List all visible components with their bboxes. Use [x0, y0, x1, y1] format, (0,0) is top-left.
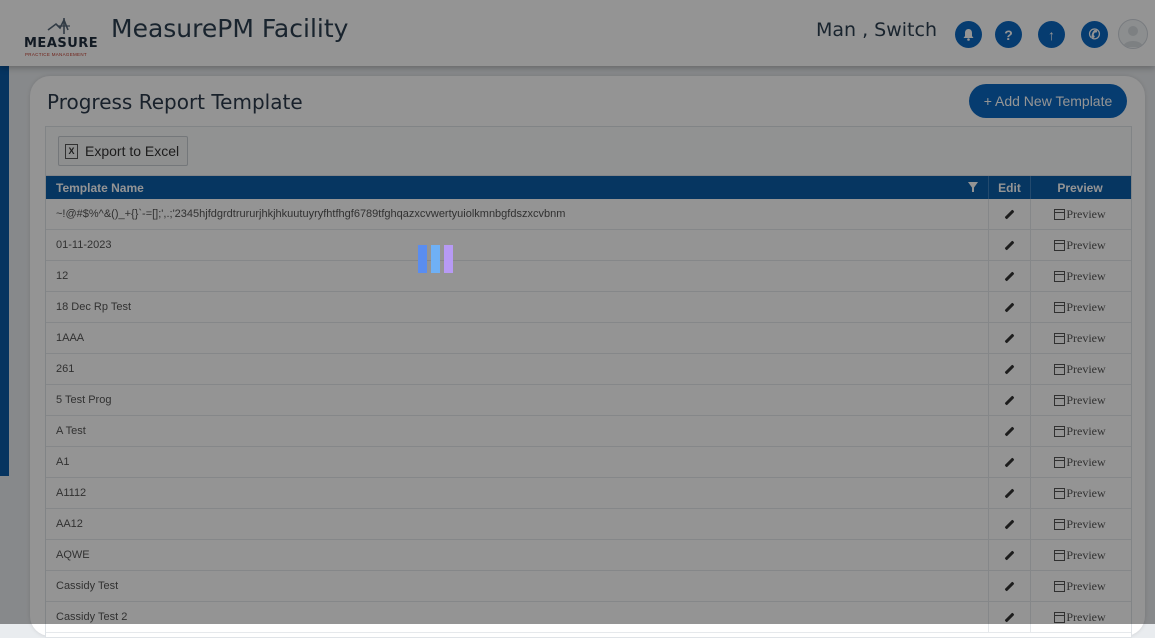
loader-bar: [431, 245, 440, 273]
app-page: MEASURE PRACTICE MANAGEMENT MeasurePM Fa…: [0, 0, 1155, 638]
loader-bar: [418, 245, 427, 273]
loader-bar: [444, 245, 453, 273]
loading-overlay: [0, 0, 1155, 624]
loading-spinner: [418, 245, 456, 273]
